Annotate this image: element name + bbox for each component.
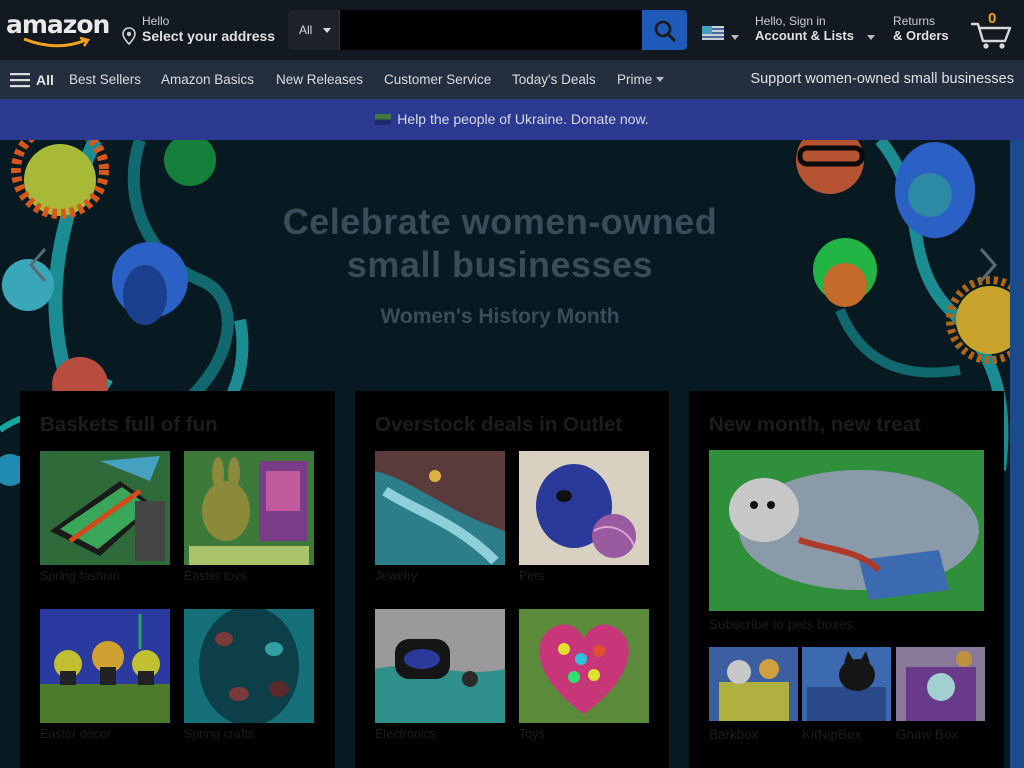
tile-image — [184, 609, 314, 723]
search-icon — [654, 20, 677, 43]
tile-spring-crafts[interactable]: Spring crafts — [184, 609, 314, 741]
tile-image — [40, 609, 170, 723]
nav-amazon-basics[interactable]: Amazon Basics — [161, 60, 254, 99]
nav-todays-deals[interactable]: Today's Deals — [512, 60, 596, 99]
top-header: amazon Hello Select your address All Hel… — [0, 0, 1024, 60]
tile-image — [375, 451, 505, 565]
tile-label: Jewelry — [375, 569, 418, 583]
us-flag-icon — [702, 26, 724, 40]
chevron-down-icon — [323, 28, 331, 33]
main-nav: All Best Sellers Amazon Basics New Relea… — [0, 60, 1024, 99]
tile-pets[interactable]: Pets — [519, 451, 649, 583]
tile-subscribe-pets-boxes[interactable]: Subscribe to pets boxes — [709, 450, 984, 632]
tile-label: Barkbox — [709, 727, 759, 742]
tile-image — [802, 647, 891, 721]
cart-button[interactable]: 0 — [968, 10, 1016, 50]
tile-image — [896, 647, 985, 721]
tile-image — [184, 451, 314, 565]
card-new-month-new-treat: New month, new treat Subscribe to pets b… — [689, 391, 1004, 768]
tile-toys[interactable]: Toys — [519, 609, 649, 741]
location-hello: Hello — [142, 14, 170, 28]
tile-label: Gnaw Box — [896, 727, 959, 742]
tile-image — [519, 609, 649, 723]
ukraine-flag-icon — [375, 114, 392, 125]
chevron-down-icon — [731, 35, 739, 40]
account-and-lists[interactable]: Hello, Sign in Account & Lists — [755, 14, 885, 48]
nav-prime[interactable]: Prime — [617, 60, 665, 99]
tile-spring-fashion[interactable]: Spring fashion — [40, 451, 170, 583]
ukraine-donation-banner[interactable]: Help the people of Ukraine. Donate now. — [0, 99, 1024, 140]
search-bar: All — [288, 10, 687, 50]
tile-label: Electronics — [375, 727, 437, 741]
carousel-prev-button[interactable] — [22, 245, 52, 285]
orders-label: & Orders — [893, 28, 949, 43]
search-category-select[interactable]: All — [288, 10, 340, 50]
tile-image — [519, 451, 649, 565]
nav-new-releases[interactable]: New Releases — [276, 60, 363, 99]
location-address: Select your address — [142, 28, 276, 44]
nav-customer-service[interactable]: Customer Service — [384, 60, 491, 99]
card-title: Overstock deals in Outlet — [375, 413, 623, 436]
logo-text: amazon — [6, 10, 110, 39]
tile-label: Spring fashion — [40, 569, 120, 583]
search-category-label: All — [299, 23, 313, 37]
tile-image — [375, 609, 505, 723]
tile-kitnipbox[interactable]: KitNipBox — [802, 647, 891, 742]
carousel-next-button[interactable] — [974, 245, 1004, 285]
account-greeting: Hello, Sign in — [755, 14, 826, 28]
chevron-down-icon — [867, 35, 875, 40]
tile-label: Toys — [519, 727, 545, 741]
tile-image — [709, 450, 984, 611]
search-button[interactable] — [642, 10, 687, 50]
tile-jewelry[interactable]: Jewelry — [375, 451, 505, 583]
card-baskets-full-of-fun: Baskets full of fun Spring fashion Easte… — [20, 391, 335, 768]
tile-easter-decor[interactable]: Easter décor — [40, 609, 170, 741]
nav-promo-link[interactable]: Support women-owned small businesses — [750, 60, 1014, 99]
chevron-right-icon — [979, 248, 997, 282]
nav-prime-label: Prime — [617, 72, 653, 87]
tile-barkbox[interactable]: Barkbox — [709, 647, 798, 742]
hero-subtitle: Women's History Month — [380, 305, 620, 328]
tile-label: KitNipBox — [802, 727, 862, 742]
all-menu-button[interactable]: All — [10, 60, 54, 99]
card-title: New month, new treat — [709, 413, 921, 436]
chevron-left-icon — [29, 248, 47, 282]
tile-label: Subscribe to pets boxes — [709, 617, 854, 632]
returns-and-orders[interactable]: Returns & Orders — [893, 14, 963, 48]
card-title: Baskets full of fun — [40, 413, 218, 436]
hamburger-menu-icon — [10, 72, 30, 87]
deliver-to-location[interactable]: Hello Select your address — [122, 14, 282, 48]
ukraine-banner-text: Help the people of Ukraine. Donate now. — [397, 111, 649, 127]
language-selector[interactable] — [702, 24, 740, 44]
account-label: Account & Lists — [755, 28, 854, 43]
tile-image — [40, 451, 170, 565]
tile-image — [709, 647, 798, 721]
amazon-logo[interactable]: amazon — [6, 10, 110, 50]
tile-gnaw-box[interactable]: Gnaw Box — [896, 647, 985, 742]
hero-title: Celebrate women-owned small businesses — [220, 200, 780, 286]
chevron-down-icon — [656, 77, 665, 82]
tile-label: Pets — [519, 569, 545, 583]
tile-label: Easter décor — [40, 727, 111, 741]
hero-title-line1: Celebrate women-owned — [282, 201, 718, 242]
location-pin-icon — [122, 27, 136, 45]
logo-smile-icon — [23, 36, 91, 48]
tile-easter-toys[interactable]: Easter toys — [184, 451, 314, 583]
all-menu-label: All — [36, 71, 54, 88]
hero-title-line2: small businesses — [346, 244, 654, 285]
tile-label: Spring crafts — [184, 727, 255, 741]
card-overstock-deals: Overstock deals in Outlet Jewelry Pets E… — [355, 391, 669, 768]
tile-electronics[interactable]: Electronics — [375, 609, 505, 741]
cart-icon — [971, 22, 1012, 49]
search-input[interactable] — [340, 10, 642, 50]
returns-label: Returns — [893, 14, 936, 28]
nav-best-sellers[interactable]: Best Sellers — [69, 60, 141, 99]
tile-label: Easter toys — [184, 569, 247, 583]
